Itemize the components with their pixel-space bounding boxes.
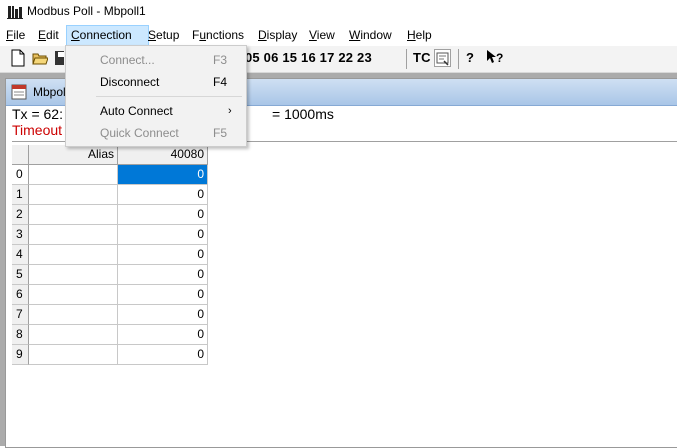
poll-document-icon xyxy=(11,84,27,100)
window-title: Modbus Poll - Mbpoll1 xyxy=(27,4,146,18)
row-index[interactable]: 7 xyxy=(12,305,29,325)
column-header-alias[interactable]: Alias xyxy=(29,145,118,165)
connection-menu-dropdown: Connect... F3 Disconnect F4 Auto Connect… xyxy=(65,45,247,147)
menu-help[interactable]: Help xyxy=(403,26,436,45)
context-help-icon[interactable]: ? xyxy=(486,49,503,67)
register-value-cell[interactable]: 0 xyxy=(118,205,208,225)
submenu-arrow-icon: › xyxy=(228,105,232,117)
register-value-cell[interactable]: 0 xyxy=(118,165,208,185)
menu-functions[interactable]: Functions xyxy=(188,26,248,45)
register-value-cell[interactable]: 0 xyxy=(118,285,208,305)
row-index[interactable]: 0 xyxy=(12,165,29,185)
tx-counter: Tx = 62: xyxy=(12,106,63,122)
row-index[interactable]: 6 xyxy=(12,285,29,305)
alias-cell[interactable] xyxy=(29,225,118,245)
row-index[interactable]: 2 xyxy=(12,205,29,225)
row-index[interactable]: 4 xyxy=(12,245,29,265)
toolbar-separator xyxy=(406,49,407,69)
register-value-cell[interactable]: 0 xyxy=(118,325,208,345)
alias-cell[interactable] xyxy=(29,305,118,325)
row-index[interactable]: 3 xyxy=(12,225,29,245)
toolbar-separator xyxy=(458,49,459,69)
title-bar: Modbus Poll - Mbpoll1 xyxy=(0,0,677,24)
menu-connection[interactable]: Connection xyxy=(66,25,149,46)
row-index[interactable]: 9 xyxy=(12,345,29,365)
register-value-cell[interactable]: 0 xyxy=(118,225,208,245)
menu-setup[interactable]: Setup xyxy=(144,26,183,45)
modbus-poll-app-icon[interactable] xyxy=(7,4,23,20)
row-index[interactable]: 8 xyxy=(12,325,29,345)
alias-cell[interactable] xyxy=(29,205,118,225)
help-icon[interactable]: ? xyxy=(466,50,474,65)
menu-display[interactable]: Display xyxy=(254,26,301,45)
menu-item-auto-connect[interactable]: Auto Connect › xyxy=(66,100,246,122)
register-value-cell[interactable]: 0 xyxy=(118,185,208,205)
menu-bar: File Edit Connection Setup Functions Dis… xyxy=(0,25,677,46)
alias-cell[interactable] xyxy=(29,325,118,345)
scan-rate: = 1000ms xyxy=(272,106,334,122)
save-icon[interactable] xyxy=(54,49,64,67)
row-index[interactable]: 5 xyxy=(12,265,29,285)
function-code-buttons[interactable]: 05 06 15 16 17 22 23 xyxy=(245,50,372,65)
register-value-cell[interactable]: 0 xyxy=(118,265,208,285)
menu-file[interactable]: File xyxy=(2,26,29,45)
alias-cell[interactable] xyxy=(29,245,118,265)
row-index[interactable]: 1 xyxy=(12,185,29,205)
alias-cell[interactable] xyxy=(29,165,118,185)
menu-edit[interactable]: Edit xyxy=(34,26,63,45)
alias-cell[interactable] xyxy=(29,285,118,305)
svg-text:?: ? xyxy=(496,51,503,65)
alias-cell[interactable] xyxy=(29,265,118,285)
communication-window-icon[interactable] xyxy=(434,49,451,67)
menu-item-quick-connect[interactable]: Quick Connect F5 xyxy=(66,122,246,144)
alias-cell[interactable] xyxy=(29,185,118,205)
grid-corner xyxy=(12,145,29,165)
menu-item-disconnect[interactable]: Disconnect F4 xyxy=(66,71,246,93)
register-value-cell[interactable]: 0 xyxy=(118,345,208,365)
status-timeout: Timeout xyxy=(12,122,63,138)
column-header-address[interactable]: 40080 xyxy=(118,145,208,165)
menu-item-connect[interactable]: Connect... F3 xyxy=(66,49,246,71)
alias-cell[interactable] xyxy=(29,345,118,365)
register-value-cell[interactable]: 0 xyxy=(118,305,208,325)
open-folder-icon[interactable] xyxy=(32,49,49,67)
register-value-cell[interactable]: 0 xyxy=(118,245,208,265)
child-window-title: Mbpoll xyxy=(33,85,69,99)
new-document-icon[interactable] xyxy=(10,49,26,67)
menu-window[interactable]: Window xyxy=(345,26,396,45)
menu-view[interactable]: View xyxy=(305,26,339,45)
menu-separator xyxy=(96,96,242,97)
traffic-button[interactable]: TC xyxy=(413,50,431,65)
